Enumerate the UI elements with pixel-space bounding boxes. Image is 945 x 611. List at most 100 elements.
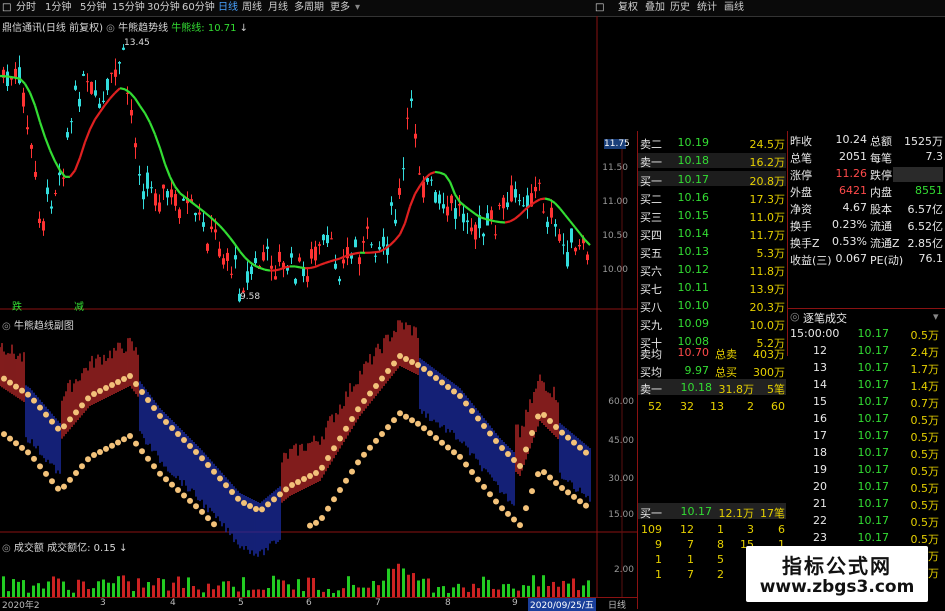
trend-dot — [175, 431, 181, 437]
queue-buy-volume: 12.1万 — [714, 505, 754, 521]
buy-volume: 20.8万 — [725, 173, 785, 189]
volume-chart-name[interactable]: 成交额 — [14, 543, 44, 554]
button-draw[interactable]: 画线 — [724, 1, 744, 15]
trend-dot-lower — [163, 476, 169, 482]
period-tab-5min[interactable]: 5分钟 — [80, 1, 106, 15]
checkbox-icon[interactable]: □ — [2, 1, 11, 15]
candlestick-body — [462, 214, 465, 223]
tick-second: 15 — [797, 395, 827, 408]
trend-dot-lower — [367, 445, 373, 451]
volume-bar — [287, 584, 290, 597]
period-tab-weekly[interactable]: 周线 — [242, 1, 262, 15]
bull-bear-line — [340, 256, 345, 258]
buy-price: 10.12 — [659, 263, 709, 276]
bull-bear-line — [585, 240, 590, 245]
date-axis: 2020年2 3 4 5 6 7 8 9 2020/09/25/五 日线 — [0, 597, 637, 610]
gear-icon[interactable]: ◎ — [2, 543, 11, 554]
mid-chart-name[interactable]: 牛熊趋线副图 — [14, 321, 74, 332]
bull-bear-line — [200, 209, 205, 213]
candlestick-body — [38, 219, 41, 223]
period-tab-30min[interactable]: 30分钟 — [147, 1, 180, 15]
volume-bar — [297, 579, 300, 597]
ticks-title: 逐笔成交 — [803, 310, 847, 326]
trend-dot — [13, 384, 19, 390]
period-tab-more[interactable]: 更多 — [330, 1, 350, 15]
trend-dot-lower — [415, 421, 421, 427]
total-buy-volume: 300万 — [735, 364, 785, 380]
trend-dot-lower — [313, 520, 319, 526]
queue-buy-order: 5 — [699, 553, 724, 566]
button-stats[interactable]: 统计 — [697, 1, 717, 15]
bull-bear-line — [495, 221, 500, 222]
bull-bear-line — [50, 150, 55, 161]
trend-dot — [325, 455, 331, 461]
trend-dot-lower — [307, 523, 313, 529]
trend-dot — [487, 431, 493, 437]
gear-icon[interactable]: ◎ — [2, 321, 11, 332]
period-label: 日线 — [608, 598, 626, 611]
watermark-url: www.zbgs3.com — [746, 577, 928, 597]
tick-volume: 2.4万 — [899, 344, 939, 360]
period-tab-daily[interactable]: 日线 — [218, 1, 238, 15]
queue-buy-order: 1 — [637, 553, 662, 566]
trend-dot — [79, 402, 85, 408]
volume-bar — [522, 585, 525, 597]
trend-dot-lower — [187, 498, 193, 504]
bull-bear-line — [230, 238, 235, 245]
trend-dot — [115, 379, 121, 385]
period-tab-fenshi[interactable]: 分时 — [16, 1, 36, 15]
queue-buy-order: 109 — [637, 523, 662, 536]
x-axis-label: 6 — [306, 598, 312, 608]
queue-buy-order: 6 — [760, 523, 785, 536]
trend-dot — [247, 503, 253, 509]
button-overlay[interactable]: 叠加 — [645, 1, 665, 15]
chart-area[interactable] — [0, 16, 637, 609]
button-history[interactable]: 历史 — [670, 1, 690, 15]
trend-dot-lower — [109, 443, 115, 449]
trend-dot-lower — [175, 487, 181, 493]
trend-dot — [523, 447, 529, 453]
trend-dot — [49, 419, 55, 425]
candlestick-body — [578, 245, 581, 246]
trend-dot-lower — [505, 511, 511, 517]
tick-price: 10.17 — [849, 463, 889, 476]
tick-second: 16 — [797, 412, 827, 425]
trend-dot — [139, 389, 145, 395]
trend-dot — [1, 376, 7, 382]
square-icon[interactable]: □ — [595, 1, 604, 15]
candlestick-body — [586, 255, 589, 261]
trend-dot-lower — [115, 440, 121, 446]
period-tab-monthly[interactable]: 月线 — [268, 1, 288, 15]
period-tab-multi[interactable]: 多周期 — [294, 1, 324, 15]
trend-dot-lower — [31, 456, 37, 462]
volume-bar — [527, 586, 530, 597]
chevron-down-icon[interactable]: ▾ — [355, 1, 360, 15]
gear-icon[interactable]: ◎ — [790, 310, 800, 323]
period-tab-1min[interactable]: 1分钟 — [45, 1, 71, 15]
bull-bear-line — [115, 88, 120, 93]
volume-bar — [502, 584, 505, 597]
volume-bar — [512, 589, 515, 597]
bull-bear-line — [310, 267, 315, 268]
period-tab-15min[interactable]: 15分钟 — [112, 1, 145, 15]
button-fuquan[interactable]: 复权 — [618, 1, 638, 15]
volume-bar — [397, 564, 400, 597]
mid-axis-label: 45.00 — [604, 436, 634, 446]
volume-bar — [222, 582, 225, 597]
candlestick-body — [550, 208, 553, 218]
candlestick-body — [410, 99, 413, 101]
volume-bar — [2, 576, 5, 597]
volume-bar — [82, 581, 85, 597]
stat-value: 0.53% — [817, 235, 867, 248]
chevron-down-icon[interactable]: ▾ — [933, 310, 939, 323]
period-tab-60min[interactable]: 60分钟 — [182, 1, 215, 15]
trend-dot-lower — [139, 448, 145, 454]
trend-dot — [439, 380, 445, 386]
buy-volume: 17.3万 — [725, 191, 785, 207]
buy-price: 10.17 — [659, 173, 709, 186]
high-price-label: 13.45 — [124, 38, 150, 48]
bull-bear-line — [450, 182, 455, 195]
volume-bar — [267, 588, 270, 597]
candlestick-body — [406, 118, 409, 119]
bull-bear-line — [295, 266, 300, 267]
